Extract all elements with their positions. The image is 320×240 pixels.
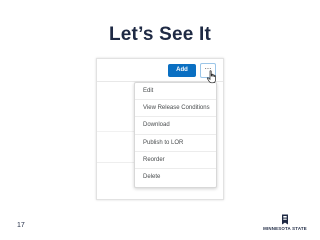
menu-item-publish-to-lor[interactable]: Publish to LOR (135, 135, 216, 152)
slide-title: Let’s See It (108, 24, 211, 45)
logo-text: MINNESOTA STATE (263, 226, 307, 231)
menu-item-delete[interactable]: Delete (135, 169, 216, 186)
add-button[interactable]: Add (168, 64, 196, 77)
menu-item-view-release-conditions[interactable]: View Release Conditions (135, 100, 216, 118)
divider (97, 162, 137, 163)
hand-pointer-icon (206, 70, 216, 84)
menu-item-download[interactable]: Download (135, 117, 216, 135)
minnesota-state-logo: MINNESOTA STATE (262, 214, 308, 234)
menu-item-edit[interactable]: Edit (135, 83, 216, 101)
slide: Let’s See It Add ··· Edit View Release C… (0, 0, 320, 240)
actions-dropdown-menu: Edit View Release Conditions Download Pu… (134, 82, 217, 188)
menu-item-reorder[interactable]: Reorder (135, 152, 216, 169)
divider (97, 131, 137, 132)
minnesota-state-logo-icon (282, 214, 288, 225)
page-number: 17 (17, 222, 25, 229)
